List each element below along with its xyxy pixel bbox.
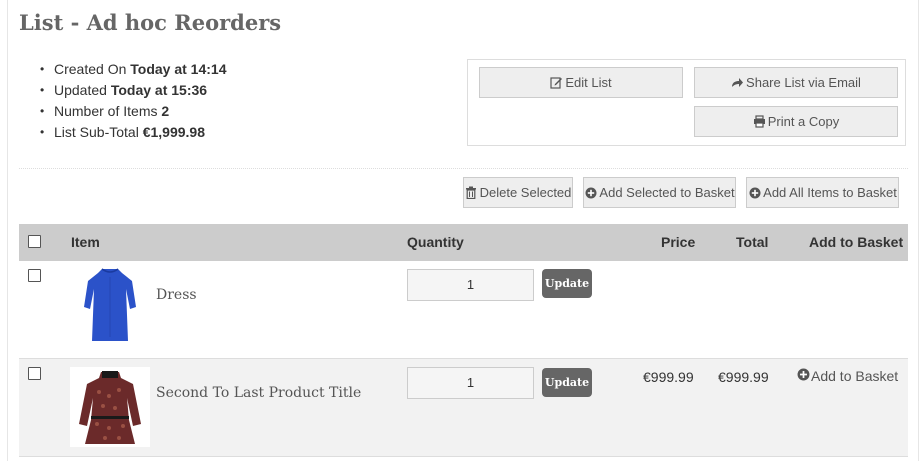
table-row: Dress 1 Update [19, 261, 908, 359]
row-total: €999.99 [718, 369, 769, 385]
add-all-button[interactable]: Add All Items to Basket [746, 177, 899, 208]
meta-subtotal: List Sub-Total €1,999.98 [40, 124, 227, 145]
add-selected-label: Add Selected to Basket [599, 185, 735, 200]
meta-created-label: Created On [54, 61, 131, 77]
add-to-basket-link[interactable]: Add to Basket [797, 368, 898, 384]
col-add-to-basket: Add to Basket [809, 234, 904, 250]
update-button[interactable]: Update [542, 269, 592, 298]
add-selected-button[interactable]: Add Selected to Basket [583, 177, 736, 208]
share-arrow-icon [731, 76, 744, 89]
update-button[interactable]: Update [542, 368, 592, 397]
share-list-label: Share List via Email [746, 75, 861, 90]
right-divider [918, 0, 919, 461]
select-all-checkbox[interactable] [28, 235, 41, 248]
edit-icon [550, 76, 563, 89]
product-name[interactable]: Second To Last Product Title [156, 385, 361, 401]
trash-icon [465, 186, 478, 199]
edit-list-label: Edit List [565, 75, 612, 90]
row-price: €999.99 [643, 369, 694, 385]
page-title: List - Ad hoc Reorders [19, 10, 282, 35]
meta-created: Created On Today at 14:14 [40, 61, 227, 82]
meta-updated-label: Updated [54, 82, 111, 98]
section-divider [19, 168, 908, 169]
meta-updated: Updated Today at 15:36 [40, 82, 227, 103]
row-checkbox[interactable] [28, 367, 41, 380]
plus-circle-icon [797, 368, 810, 384]
delete-selected-button[interactable]: Delete Selected [463, 177, 573, 208]
print-copy-button[interactable]: Print a Copy [694, 106, 898, 137]
row-checkbox[interactable] [28, 269, 41, 282]
quantity-input[interactable]: 1 [407, 269, 534, 301]
meta-created-value: Today at 14:14 [130, 61, 227, 77]
list-actions-panel: Edit List Share List via Email Print a C… [467, 59, 906, 146]
add-all-label: Add All Items to Basket [763, 185, 897, 200]
col-price: Price [661, 234, 696, 250]
product-image-blouse[interactable] [70, 367, 150, 447]
table-header: Item Quantity Price Total Add to Basket [19, 224, 908, 261]
plus-circle-icon [748, 186, 761, 199]
col-quantity: Quantity [407, 234, 464, 250]
delete-selected-label: Delete Selected [479, 185, 572, 200]
meta-updated-value: Today at 15:36 [110, 82, 208, 98]
add-to-basket-label: Add to Basket [811, 368, 899, 384]
table-row: Second To Last Product Title 1 Update €9… [19, 359, 908, 457]
meta-count-label: Number of Items [54, 103, 162, 119]
product-name[interactable]: Dress [156, 287, 197, 303]
quantity-input[interactable]: 1 [407, 367, 534, 399]
list-page: List - Ad hoc Reorders Created On Today … [0, 0, 921, 461]
meta-subtotal-label: List Sub-Total [54, 124, 143, 140]
col-total: Total [736, 234, 769, 250]
print-icon [753, 115, 766, 128]
left-divider [7, 0, 8, 461]
edit-list-button[interactable]: Edit List [479, 67, 683, 98]
meta-count-value: 2 [161, 103, 170, 119]
print-copy-label: Print a Copy [767, 114, 840, 129]
list-meta: Created On Today at 14:14 Updated Today … [40, 61, 227, 145]
col-item: Item [71, 234, 100, 250]
plus-circle-icon [584, 186, 597, 199]
meta-item-count: Number of Items 2 [40, 103, 227, 124]
product-image-dress[interactable] [70, 267, 150, 347]
share-list-button[interactable]: Share List via Email [694, 67, 898, 98]
meta-subtotal-value: €1,999.98 [142, 124, 206, 140]
